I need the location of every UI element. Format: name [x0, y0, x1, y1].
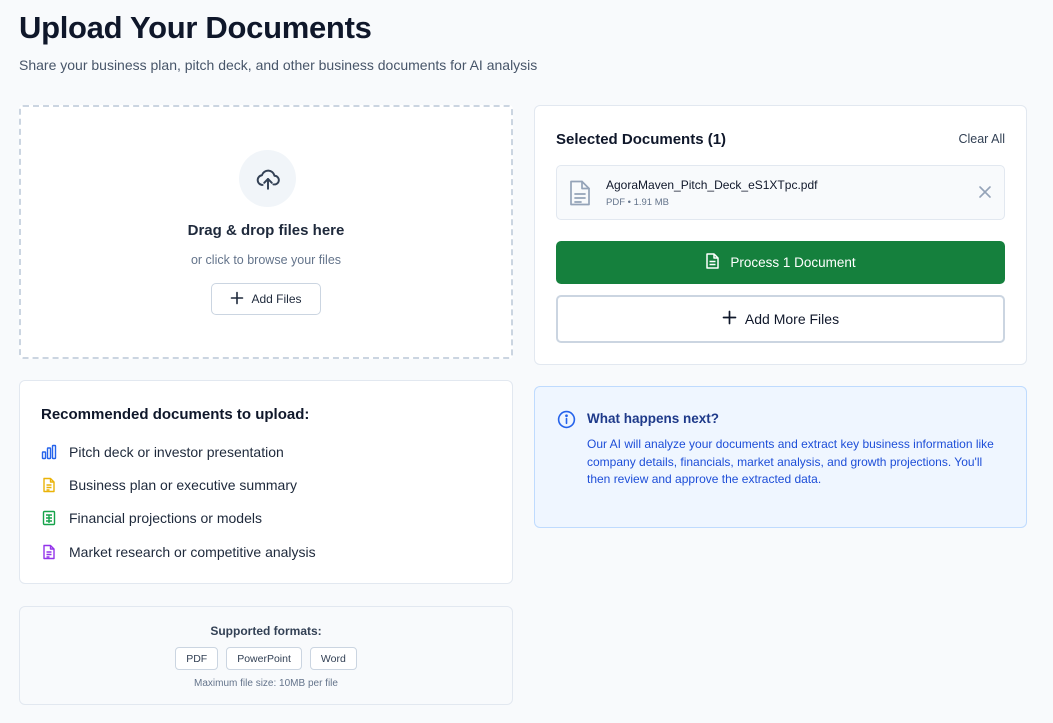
bar-chart-icon	[41, 444, 57, 460]
document-icon	[41, 544, 57, 560]
list-item: Financial projections or models	[41, 508, 262, 528]
plus-icon	[230, 291, 244, 308]
add-files-button[interactable]: Add Files	[211, 283, 321, 315]
add-more-label: Add More Files	[744, 311, 840, 327]
spreadsheet-icon	[41, 510, 57, 526]
format-chips: PDF PowerPoint Word	[20, 647, 512, 670]
format-chip-pdf: PDF	[175, 647, 219, 670]
plus-icon	[722, 310, 737, 328]
recommended-documents-card: Recommended documents to upload: Pitch d…	[19, 380, 513, 584]
close-icon[interactable]	[978, 185, 992, 204]
page-subtitle: Share your business plan, pitch deck, an…	[19, 57, 538, 73]
add-more-files-button[interactable]: Add More Files	[556, 295, 1005, 343]
upload-cloud-icon	[239, 150, 296, 207]
info-icon	[557, 410, 576, 434]
file-name: AgoraMaven_Pitch_Deck_eS1XTpc.pdf	[606, 178, 818, 192]
add-files-label: Add Files	[251, 292, 302, 306]
dropzone-subtitle: or click to browse your files	[190, 253, 342, 267]
max-size-note: Maximum file size: 10MB per file	[194, 678, 338, 689]
file-dropzone[interactable]: Drag & drop files here or click to brows…	[19, 105, 513, 359]
formats-title: Supported formats:	[210, 624, 322, 638]
list-item: Business plan or executive summary	[41, 475, 297, 495]
file-meta: PDF • 1.91 MB	[606, 197, 669, 208]
document-icon	[41, 477, 57, 493]
info-title: What happens next?	[587, 411, 720, 426]
supported-formats-card: Supported formats: PDF PowerPoint Word M…	[19, 606, 513, 705]
process-documents-button[interactable]: Process 1 Document	[556, 241, 1005, 284]
file-list-item: AgoraMaven_Pitch_Deck_eS1XTpc.pdf PDF • …	[556, 165, 1005, 220]
format-chip-powerpoint: PowerPoint	[226, 647, 302, 670]
file-icon	[569, 180, 591, 211]
format-chip-word: Word	[309, 647, 357, 670]
clear-all-button[interactable]: Clear All	[958, 132, 1005, 146]
selected-title: Selected Documents (1)	[556, 131, 727, 148]
next-steps-info-card: What happens next? Our AI will analyze y…	[534, 386, 1027, 528]
process-label: Process 1 Document	[730, 255, 856, 270]
recommended-title: Recommended documents to upload:	[41, 406, 310, 423]
list-item: Market research or competitive analysis	[41, 542, 316, 562]
info-text: Our AI will analyze your documents and e…	[587, 437, 994, 486]
document-icon	[705, 253, 720, 272]
dropzone-title: Drag & drop files here	[187, 222, 345, 239]
page-title: Upload Your Documents	[19, 10, 372, 45]
selected-documents-card: Selected Documents (1) Clear All AgoraMa…	[534, 105, 1027, 365]
list-item: Pitch deck or investor presentation	[41, 442, 284, 462]
